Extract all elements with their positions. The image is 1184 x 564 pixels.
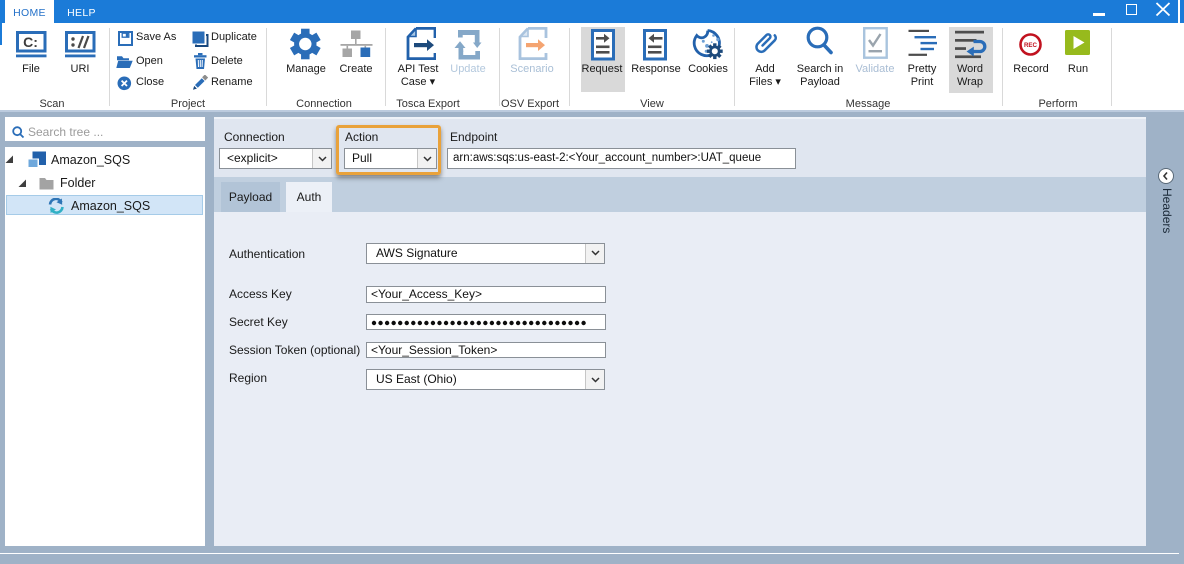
svg-text:C:: C: (23, 34, 38, 50)
svg-text:REC: REC (1024, 42, 1038, 49)
